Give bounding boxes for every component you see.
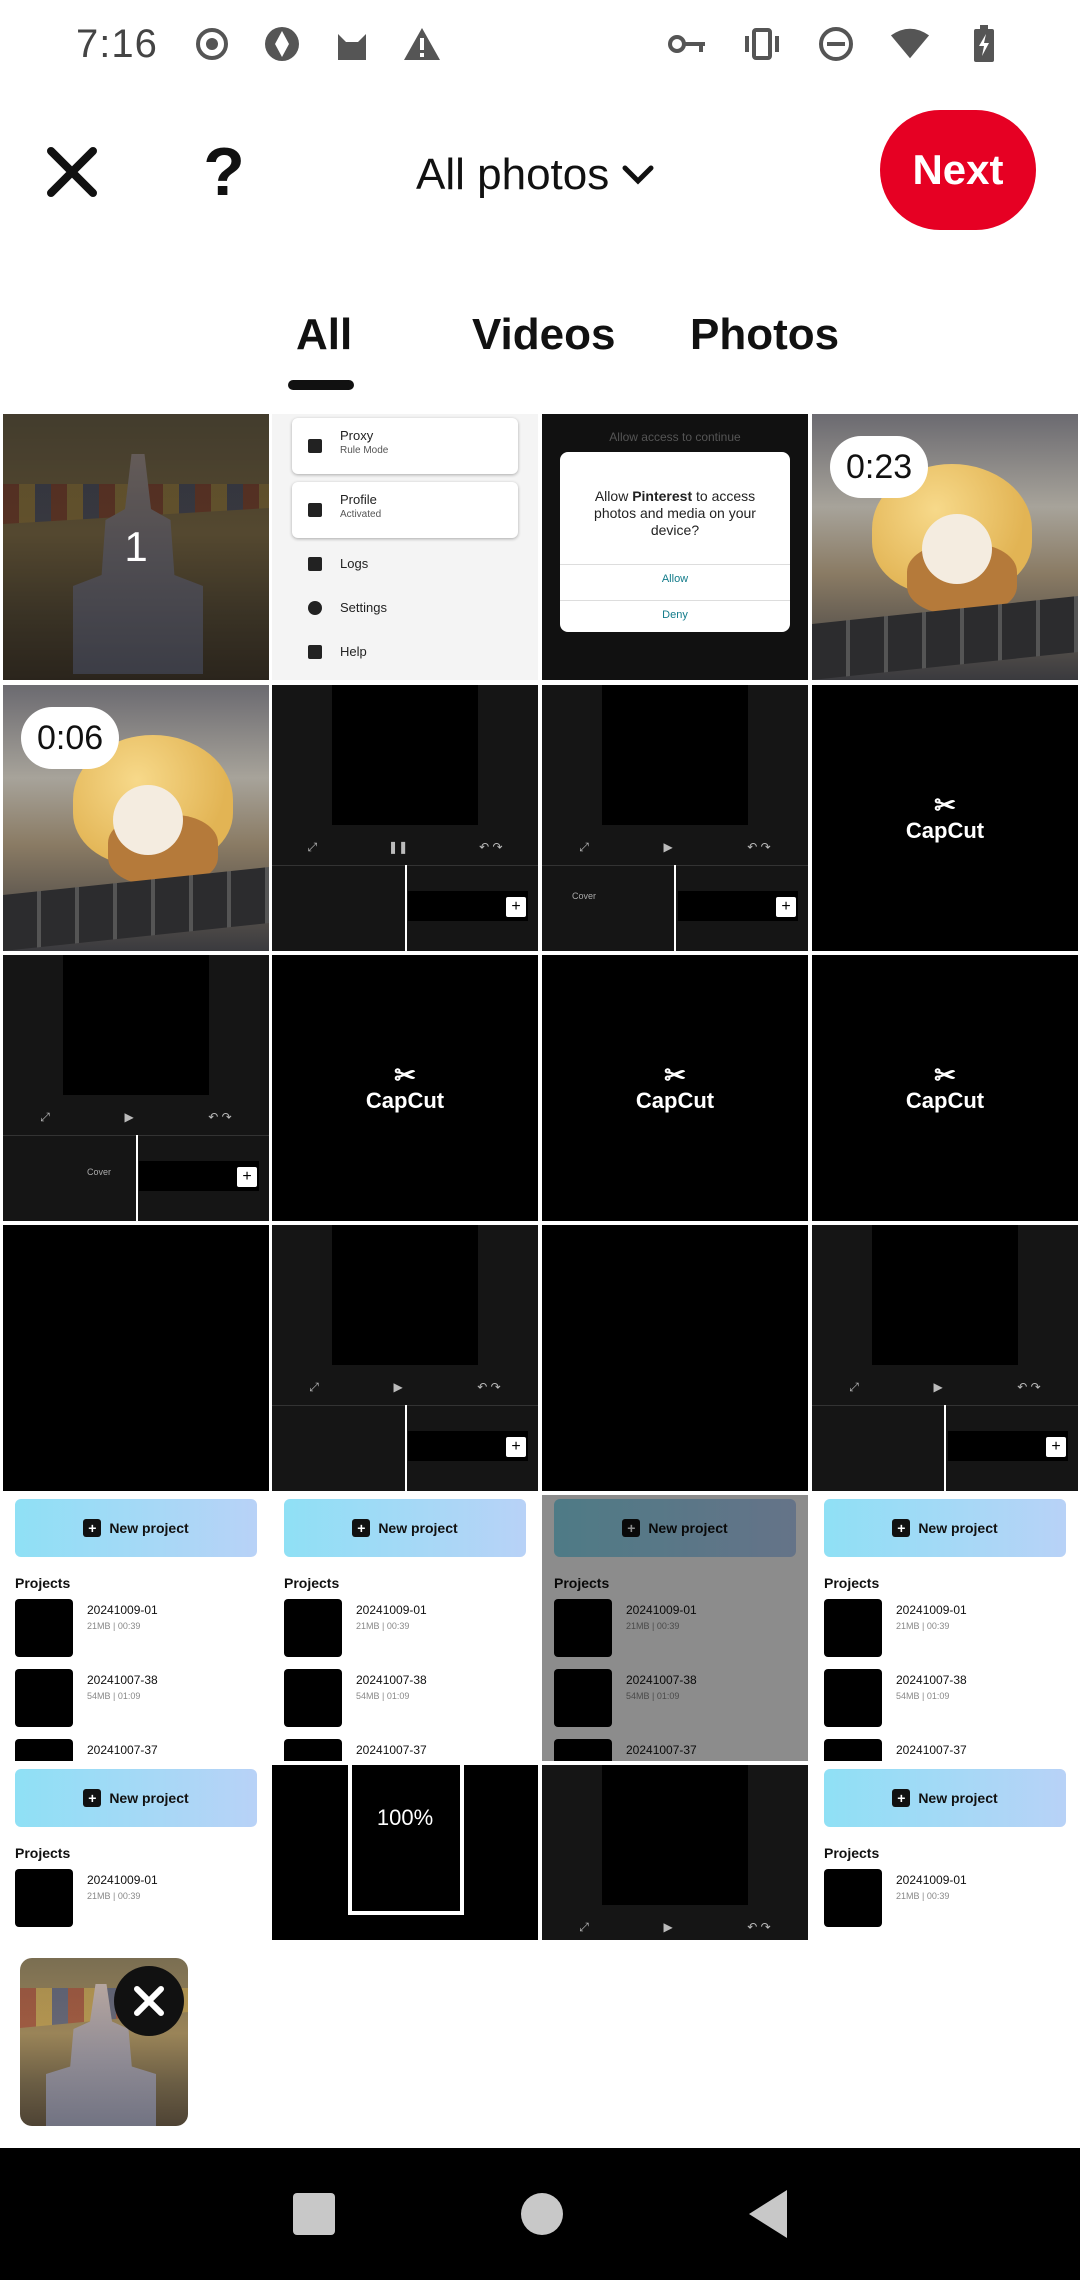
- cat-icon: [332, 24, 372, 64]
- remove-selection-button[interactable]: [114, 1966, 184, 2036]
- tab-all[interactable]: All: [296, 310, 352, 360]
- clipboard-icon: [308, 556, 322, 571]
- gear-icon: [308, 600, 322, 615]
- video-duration-badge: 0:06: [21, 707, 120, 769]
- status-left-icons: [192, 24, 442, 64]
- chevron-down-icon: [622, 165, 654, 185]
- warning-icon: [402, 24, 442, 64]
- media-tile-editor-screenshot[interactable]: ⤢ ❚❚ ↶ ↷ +: [272, 685, 538, 951]
- plus-icon: +: [892, 1789, 911, 1807]
- close-button[interactable]: [36, 136, 108, 208]
- media-tile-projects-screenshot[interactable]: + New project Projects 20241009-01 21MB | …: [3, 1765, 269, 1940]
- tab-photos[interactable]: Photos: [690, 310, 839, 360]
- capcut-logo-icon: ✂: [934, 790, 956, 820]
- help-button[interactable]: ?: [188, 130, 260, 214]
- plus-icon: +: [352, 1519, 371, 1537]
- media-tile-black[interactable]: [542, 1225, 808, 1491]
- video-duration-badge: 0:23: [830, 436, 929, 498]
- media-tile-menu-screenshot[interactable]: Proxy Rule Mode Profile Activated Logs S…: [272, 414, 538, 680]
- capcut-logo-icon: ✂: [394, 1060, 416, 1090]
- media-tile-editor-screenshot[interactable]: ⤢ ▶ ↶ ↷: [542, 1765, 808, 1940]
- close-icon: [47, 147, 97, 197]
- vibrate-icon: [742, 24, 782, 64]
- system-nav-bar: [0, 2148, 1080, 2280]
- grid-icon: [308, 439, 322, 453]
- media-tile-editor-screenshot[interactable]: ⤢ ▶ ↶ ↷ +: [272, 1225, 538, 1491]
- media-tile-castle-selected[interactable]: 1: [3, 414, 269, 680]
- media-tile-capcut[interactable]: ✂ CapCut: [812, 955, 1078, 1221]
- status-right-icons: [668, 24, 1004, 64]
- close-icon: [134, 1986, 164, 2016]
- album-label: All photos: [416, 150, 610, 199]
- next-button[interactable]: Next: [880, 110, 1036, 230]
- status-bar: 7:16: [0, 0, 1080, 88]
- media-tile-video-plush[interactable]: 0:23: [812, 414, 1078, 680]
- top-bar: ? All photos Next: [0, 100, 1080, 244]
- recents-button[interactable]: [293, 2193, 335, 2235]
- media-tile-editor-screenshot[interactable]: ⤢ ▶ ↶ ↷ Cover +: [542, 685, 808, 951]
- tab-videos[interactable]: Videos: [472, 310, 615, 360]
- plus-icon: +: [83, 1519, 102, 1537]
- media-tile-permission-dialog[interactable]: Allow access to continue Allow Pinterest…: [542, 414, 808, 680]
- media-tile-projects-screenshot[interactable]: + New project Projects 20241009-01 21MB | …: [542, 1495, 808, 1761]
- aperture-icon: [262, 24, 302, 64]
- export-progress-label: 100%: [376, 1805, 434, 1830]
- selection-number: 1: [124, 523, 148, 570]
- album-selector[interactable]: All photos: [416, 140, 655, 210]
- media-tile-capcut[interactable]: ✂ CapCut: [272, 955, 538, 1221]
- media-tile-capcut[interactable]: ✂ CapCut: [812, 685, 1078, 951]
- plus-icon: +: [83, 1789, 102, 1807]
- plus-icon: +: [892, 1519, 911, 1537]
- back-button[interactable]: [749, 2190, 787, 2238]
- media-tile-projects-screenshot[interactable]: + New project Projects 20241009-01 21MB | …: [272, 1495, 538, 1761]
- media-tile-export-screenshot[interactable]: 100%: [272, 1765, 538, 1940]
- selection-overlay: 1: [3, 414, 269, 680]
- key-icon: [668, 24, 708, 64]
- help-icon: [308, 644, 322, 659]
- record-icon: [192, 24, 232, 64]
- media-tile-projects-screenshot[interactable]: + New project Projects 20241009-01 21MB | …: [3, 1495, 269, 1761]
- capcut-logo-icon: ✂: [934, 1060, 956, 1090]
- list-icon: [308, 503, 322, 517]
- media-tile-projects-screenshot[interactable]: + New project Projects 20241009-01 21MB | …: [812, 1495, 1078, 1761]
- media-tile-editor-screenshot[interactable]: ⤢ ▶ ↶ ↷ +: [812, 1225, 1078, 1491]
- media-tile-video-plush[interactable]: 0:06: [3, 685, 269, 951]
- media-tile-editor-screenshot[interactable]: ⤢ ▶ ↶ ↷ Cover +: [3, 955, 269, 1221]
- active-tab-indicator: [288, 380, 354, 390]
- dnd-icon: [816, 24, 856, 64]
- status-time: 7:16: [76, 21, 158, 66]
- media-tile-projects-screenshot[interactable]: + New project Projects 20241009-01 21MB | …: [812, 1765, 1078, 1940]
- battery-charging-icon: [964, 24, 1004, 64]
- tab-bar: All Videos Photos: [0, 310, 1080, 400]
- wifi-icon: [890, 24, 930, 64]
- media-tile-black[interactable]: [3, 1225, 269, 1491]
- capcut-logo-icon: ✂: [664, 1060, 686, 1090]
- media-tile-capcut[interactable]: ✂ CapCut: [542, 955, 808, 1221]
- home-button[interactable]: [521, 2193, 563, 2235]
